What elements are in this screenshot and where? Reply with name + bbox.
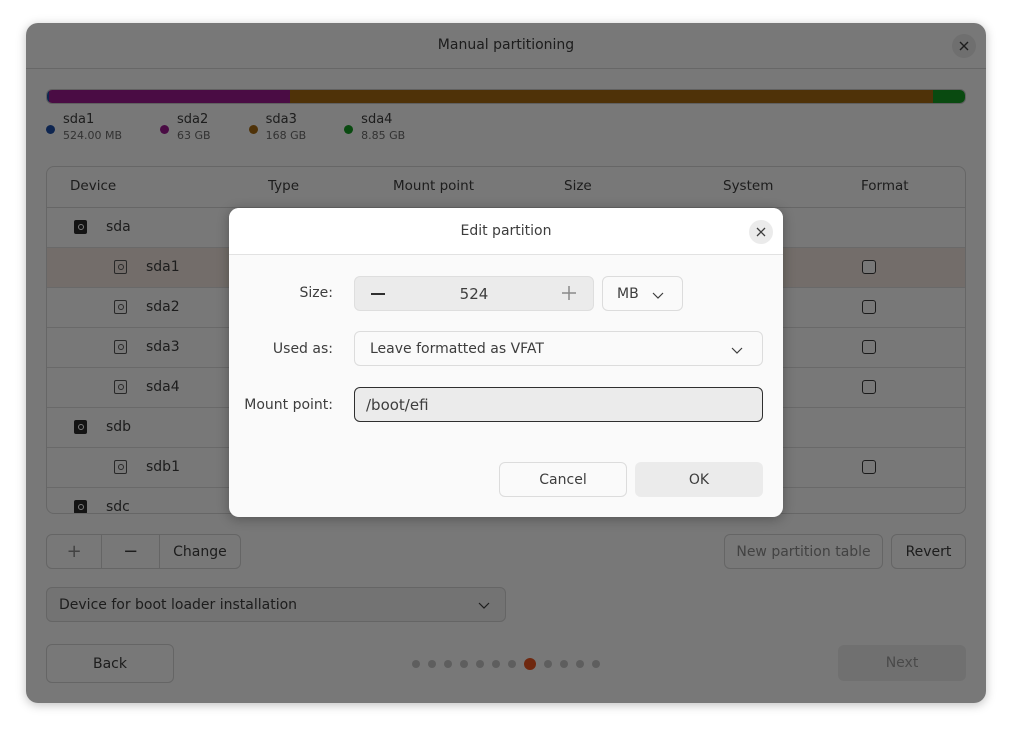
used-as-label: Used as: [272, 341, 333, 357]
used-as-select[interactable]: Leave formatted as VFAT [354, 331, 763, 366]
size-value[interactable]: 524 [355, 285, 593, 303]
cancel-button[interactable]: Cancel [499, 462, 627, 497]
used-as-value: Leave formatted as VFAT [370, 341, 544, 357]
dialog-close-button[interactable] [749, 220, 773, 244]
dialog-title-bar: Edit partition [229, 208, 783, 255]
mount-point-label: Mount point: [244, 397, 333, 413]
size-unit-value: MB [617, 286, 639, 302]
size-unit-select[interactable]: MB [602, 276, 683, 311]
edit-partition-dialog: Edit partition Size: 524 MB Used as: Lea… [229, 208, 783, 517]
mount-point-input[interactable] [354, 387, 763, 422]
chevron-down-icon [731, 347, 743, 354]
chevron-down-icon [652, 292, 664, 299]
size-spinbutton[interactable]: 524 [354, 276, 594, 311]
increase-size-button[interactable] [561, 285, 577, 301]
close-icon [756, 227, 766, 237]
ok-button[interactable]: OK [635, 462, 763, 497]
dialog-title: Edit partition [460, 223, 552, 239]
size-label: Size: [299, 285, 333, 301]
